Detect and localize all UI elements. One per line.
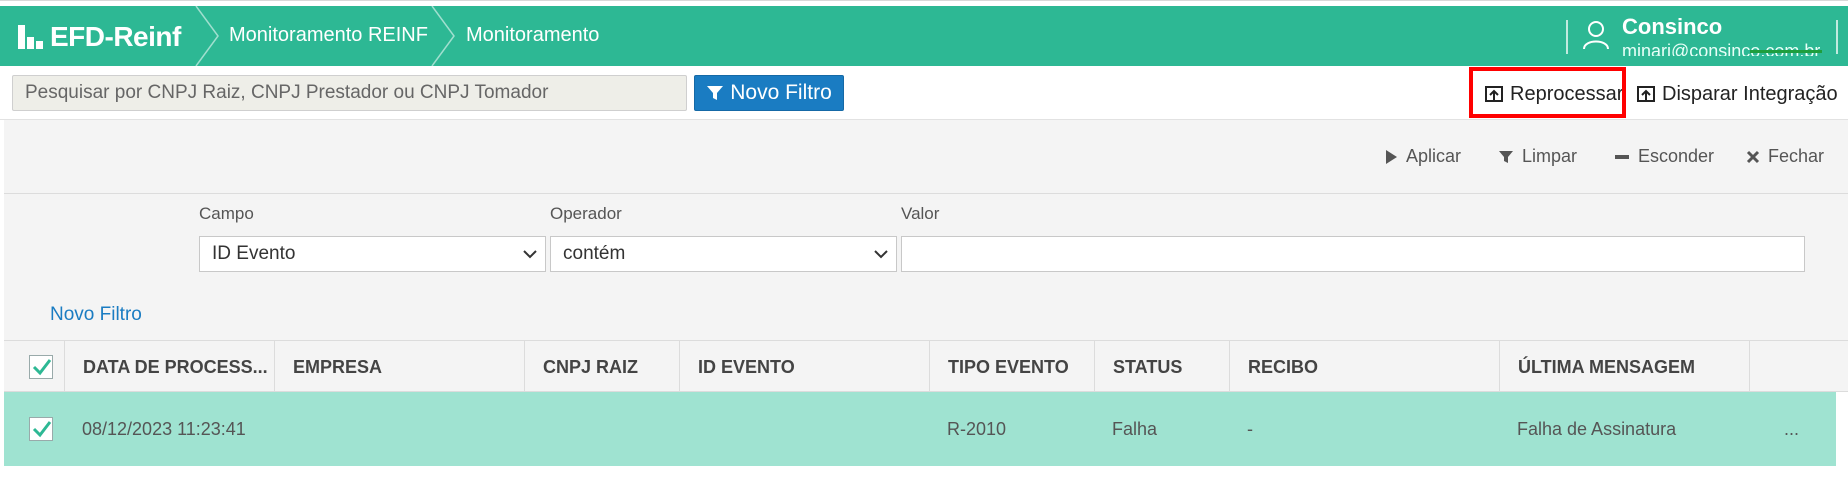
filter-icon xyxy=(707,86,724,100)
esconder-button[interactable]: Esconder xyxy=(1614,146,1714,167)
aplicar-label: Aplicar xyxy=(1406,146,1462,166)
minus-icon xyxy=(1615,154,1629,159)
limpar-button[interactable]: Limpar xyxy=(1498,146,1577,167)
search-input[interactable] xyxy=(12,75,687,111)
column-header-status[interactable]: STATUS xyxy=(1094,341,1229,393)
select-all-checkbox[interactable] xyxy=(29,355,53,379)
chevron-down-icon xyxy=(523,250,537,259)
valor-input[interactable] xyxy=(901,236,1805,272)
play-icon xyxy=(1386,149,1397,164)
breadcrumb-separator-icon xyxy=(195,6,219,66)
toolbar: Novo Filtro Reprocessar Disparar Integra… xyxy=(0,66,1848,120)
user-icon[interactable] xyxy=(1582,20,1610,50)
user-divider-right xyxy=(1836,20,1838,54)
breadcrumb-separator-icon xyxy=(431,6,455,66)
close-icon xyxy=(1746,150,1760,163)
filter-panel: Aplicar Limpar Esconder Fechar Campo Ope… xyxy=(4,120,1848,340)
cell-id-evento xyxy=(679,392,697,466)
column-header-tipo-evento[interactable]: TIPO EVENTO xyxy=(929,341,1094,393)
cell-tipo-evento: R-2010 xyxy=(947,418,1007,439)
upload-box-icon xyxy=(1637,86,1655,102)
events-table: DATA DE PROCESS... EMPRESA CNPJ RAIZ ID … xyxy=(4,340,1848,466)
logo-icon xyxy=(18,25,43,49)
column-header-recibo[interactable]: RECIBO xyxy=(1229,341,1499,393)
esconder-label: Esconder xyxy=(1638,146,1715,166)
novo-filtro-link[interactable]: Novo Filtro xyxy=(50,304,142,326)
column-header-ultima-mensagem[interactable]: ÚLTIMA MENSAGEM xyxy=(1499,341,1749,393)
operador-label: Operador xyxy=(550,204,622,223)
disparar-integracao-button[interactable]: Disparar Integração xyxy=(1636,74,1838,114)
cell-recibo: - xyxy=(1247,418,1253,439)
email-underline xyxy=(1750,50,1822,53)
user-name[interactable]: Consinco xyxy=(1622,14,1722,40)
check-icon xyxy=(32,421,52,438)
reprocessar-highlight-box xyxy=(1469,67,1626,118)
table-header: DATA DE PROCESS... EMPRESA CNPJ RAIZ ID … xyxy=(4,340,1848,393)
campo-select[interactable]: ID Evento xyxy=(199,236,546,272)
fechar-label: Fechar xyxy=(1768,146,1825,166)
row-checkbox[interactable] xyxy=(29,417,53,441)
column-header-empresa[interactable]: EMPRESA xyxy=(274,341,524,393)
logo-text: EFD-Reinf xyxy=(50,21,181,52)
table-row[interactable]: 08/12/2023 11:23:41 R-2010 Falha - Falha… xyxy=(4,392,1848,466)
breadcrumb-monitoramento-reinf[interactable]: Monitoramento REINF xyxy=(229,24,428,47)
campo-label: Campo xyxy=(199,204,254,223)
limpar-label: Limpar xyxy=(1522,146,1578,166)
filter-icon xyxy=(1499,150,1513,163)
column-header-actions xyxy=(1749,341,1848,393)
novo-filtro-button[interactable]: Novo Filtro xyxy=(694,75,844,111)
column-header-data[interactable]: DATA DE PROCESS... xyxy=(64,341,274,393)
fechar-button[interactable]: Fechar xyxy=(1746,146,1824,167)
cell-empresa xyxy=(274,392,292,466)
cell-data: 08/12/2023 11:23:41 xyxy=(82,418,246,439)
cell-status: Falha xyxy=(1112,418,1158,439)
check-icon xyxy=(32,359,52,376)
valor-label: Valor xyxy=(901,204,940,223)
table-edge xyxy=(1836,392,1848,466)
column-header-id-evento[interactable]: ID EVENTO xyxy=(679,341,929,393)
chevron-down-icon xyxy=(874,250,888,259)
disparar-integracao-label: Disparar Integração xyxy=(1662,82,1838,105)
column-header-cnpj-raiz[interactable]: CNPJ RAIZ xyxy=(524,341,679,393)
campo-selected-value: ID Evento xyxy=(212,243,296,264)
app-logo[interactable]: EFD-Reinf xyxy=(18,21,181,52)
row-more-button[interactable]: ... xyxy=(1766,392,1799,466)
cell-ultima-mensagem: Falha de Assinatura xyxy=(1517,418,1677,439)
user-divider-left xyxy=(1566,20,1568,54)
novo-filtro-label: Novo Filtro xyxy=(730,81,832,104)
breadcrumb-monitoramento[interactable]: Monitoramento xyxy=(466,24,599,47)
operador-select[interactable]: contém xyxy=(550,236,897,272)
aplicar-button[interactable]: Aplicar xyxy=(1384,146,1461,167)
operador-selected-value: contém xyxy=(563,243,626,264)
cell-cnpj-raiz xyxy=(524,392,542,466)
app-header: EFD-Reinf Monitoramento REINF Monitorame… xyxy=(0,6,1848,66)
user-email: minari@consinco.com.br xyxy=(1622,41,1821,56)
filter-actions-bar: Aplicar Limpar Esconder Fechar xyxy=(4,120,1848,194)
